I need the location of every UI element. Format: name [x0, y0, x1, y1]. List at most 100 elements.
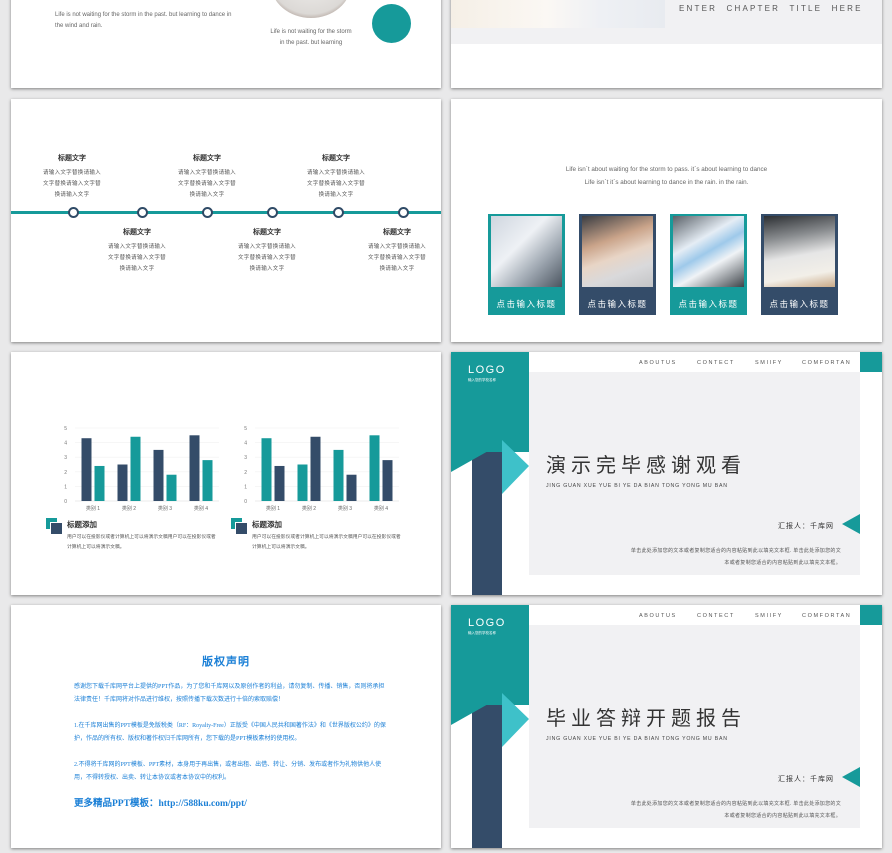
logo: LOGO — [468, 364, 506, 376]
timeline-node — [267, 207, 278, 218]
legend-title: 标题添加 — [252, 520, 282, 529]
more-templates-link[interactable]: http://588ku.com/ppt/ — [158, 799, 246, 809]
y-tick-label: 2 — [64, 470, 67, 476]
teal-pointer-triangle — [842, 767, 860, 787]
navy-square-icon — [235, 522, 248, 535]
bar-2 — [274, 465, 285, 501]
x-tick-label: 类别 1 — [86, 505, 100, 512]
bar-chart-2: 0 1 2 3 4 5 类别 1 类别 2 类别 3 类别 4 — [241, 424, 401, 516]
nav-smiify[interactable]: SMIIFY — [755, 613, 783, 619]
nav-comfortan[interactable]: COMFORTAN — [802, 613, 851, 619]
image-card[interactable]: 点击输入标题 — [761, 214, 838, 315]
corner-accent — [860, 352, 882, 372]
caption-line-1: Life is not waiting for the storm — [270, 29, 352, 35]
description: 单击此处添加您的文本或者复制您适合的内容粘贴到此以填充文本框. 单击此处添加您的… — [566, 798, 841, 822]
bar-2 — [310, 436, 321, 501]
slide-title: 演示完毕感谢观看 — [546, 455, 746, 477]
desk-photo — [451, 0, 665, 28]
slide-thumbnail-5[interactable]: 0 1 2 3 4 5 类别 1 类别 2 类别 3 类别 4 0 1 2 3 4 5 类别 1 类别 2 类别 … — [11, 352, 441, 595]
bar-chart-1-svg: 0 1 2 3 4 5 类别 1 类别 2 类别 3 类别 4 — [64, 426, 219, 512]
timeline-node — [137, 207, 148, 218]
y-tick-label: 3 — [64, 455, 67, 461]
documents-photo — [673, 216, 744, 287]
timeline-item: 标题文字 请输入文字替换请输入 文字替换请输入文字替 换请输入文字 — [162, 153, 252, 201]
school-name: 输入您的学校名称 — [468, 378, 496, 382]
bar-1 — [261, 438, 272, 501]
nav-aboutus[interactable]: ABOUTUS — [639, 360, 677, 366]
bar-2 — [94, 465, 105, 501]
nav-contect[interactable]: CONTECT — [697, 613, 735, 619]
timeline-node — [333, 207, 344, 218]
slide-title: 毕业答辩开题报告 — [546, 708, 746, 730]
timeline-item-title: 标题文字 — [383, 229, 411, 236]
card-label: 点击输入标题 — [496, 299, 557, 309]
y-tick-label: 3 — [244, 455, 247, 461]
slide-thumbnail-2[interactable]: ENTER CHAPTER TITLE HERE — [451, 0, 882, 88]
photo-caption: Life is not waiting for the storm in the… — [261, 27, 361, 49]
reporter: 汇报人：千库网 — [778, 523, 834, 530]
x-tick-label: 类别 2 — [302, 505, 316, 512]
image-card[interactable]: 点击输入标题 — [670, 214, 747, 315]
timeline-item-desc: 请输入文字替换请输入 文字替换请输入文字替 换请输入文字 — [367, 244, 426, 272]
y-tick-label: 5 — [244, 426, 247, 432]
more-templates-label: 更多精品PPT模板： — [74, 799, 159, 809]
description-line-2: 本或者复制您适合的内容粘贴到此以填充文本框。 — [724, 813, 841, 819]
description: 单击此处添加您的文本或者复制您适合的内容粘贴到此以填充文本框. 单击此处添加您的… — [566, 545, 841, 569]
timeline-item-title: 标题文字 — [253, 229, 281, 236]
timeline-node — [202, 207, 213, 218]
x-tick-label: 类别 4 — [194, 505, 208, 512]
timeline-item-desc: 请输入文字替换请输入 文字替换请输入文字替 换请输入文字 — [42, 170, 101, 198]
timeline-item-desc: 请输入文字替换请输入 文字替换请输入文字替 换请输入文字 — [237, 244, 296, 272]
quote-text: Life isn`t about waiting for the storm t… — [451, 163, 882, 189]
bar-1 — [297, 464, 308, 501]
pinyin-subtitle: JING GUAN XUE YUE BI YE DA BIAN TONG YON… — [546, 483, 728, 489]
chapter-title: ENTER CHAPTER TITLE HERE — [679, 4, 863, 13]
slide-thumbnail-6[interactable]: LOGO 输入您的学校名称 ABOUTUS CONTECT SMIIFY COM… — [451, 352, 882, 595]
x-tick-label: 类别 1 — [266, 505, 280, 512]
image-card[interactable]: 点击输入标题 — [579, 214, 656, 315]
nav-smiify[interactable]: SMIIFY — [755, 360, 783, 366]
slide-thumbnail-8[interactable]: LOGO 输入您的学校名称 ABOUTUS CONTECT SMIIFY COM… — [451, 605, 882, 848]
image-card[interactable]: 点击输入标题 — [488, 214, 565, 315]
card-label: 点击输入标题 — [678, 299, 739, 309]
timeline-node — [68, 207, 79, 218]
timeline-node — [398, 207, 409, 218]
cyan-triangle — [502, 693, 529, 747]
copyright-title: 版权声明 — [202, 656, 250, 668]
bar-2 — [166, 474, 177, 501]
legend-desc: 用户可以在投影仪或者计算机上可以将演示文稿用户可以在投影仪或者计算机上可以将演示… — [67, 535, 216, 550]
bar-1 — [81, 438, 92, 501]
x-tick-label: 类别 2 — [122, 505, 136, 512]
description-line-1: 单击此处添加您的文本或者复制您适合的内容粘贴到此以填充文本框. 单击此处添加您的… — [630, 548, 841, 554]
y-tick-label: 1 — [64, 484, 67, 490]
circular-photo — [271, 0, 351, 18]
corner-accent — [860, 605, 882, 625]
slide-thumbnail-7[interactable]: 版权声明 感谢您下载千库网平台上提供的PPT作品，为了您和千库网以及原创作者的利… — [11, 605, 441, 848]
nav-comfortan[interactable]: COMFORTAN — [802, 360, 851, 366]
timeline-item: 标题文字 请输入文字替换请输入 文字替换请输入文字替 换请输入文字 — [27, 153, 117, 201]
desk-notebook-photo — [764, 216, 835, 287]
slide-thumbnail-1[interactable]: Life is not waiting for the storm in the… — [11, 0, 441, 88]
bar-2 — [382, 460, 393, 501]
bar-1 — [189, 435, 200, 501]
slide-thumbnail-3[interactable]: 标题文字 请输入文字替换请输入 文字替换请输入文字替 换请输入文字 标题文字 请输入… — [11, 99, 441, 342]
nav-contect[interactable]: CONTECT — [697, 360, 735, 366]
timeline-item: 标题文字 请输入文字替换请输入 文字替换请输入文字替 换请输入文字 — [92, 227, 182, 275]
x-tick-label: 类别 4 — [374, 505, 388, 512]
timeline-item-title: 标题文字 — [123, 229, 151, 236]
bar-2 — [346, 474, 357, 501]
bar-1 — [117, 464, 128, 501]
y-tick-label: 5 — [64, 426, 67, 432]
bar-chart-1: 0 1 2 3 4 5 类别 1 类别 2 类别 3 类别 4 — [61, 424, 221, 516]
y-tick-label: 4 — [244, 441, 247, 447]
caption-line-2: in the past. but learning — [279, 40, 343, 46]
slide-thumbnail-4[interactable]: Life isn`t about waiting for the storm t… — [451, 99, 882, 342]
y-tick-label: 4 — [64, 441, 67, 447]
more-templates: 更多精品PPT模板：http://588ku.com/ppt/ — [74, 795, 247, 809]
nav-aboutus[interactable]: ABOUTUS — [639, 613, 677, 619]
bar-chart-2-svg: 0 1 2 3 4 5 类别 1 类别 2 类别 3 类别 4 — [244, 426, 399, 512]
cyan-triangle — [502, 440, 529, 494]
quote-line-1: Life isn`t about waiting for the storm t… — [565, 166, 768, 173]
laptop-typing-photo — [582, 216, 653, 287]
calculator-photo — [491, 216, 562, 287]
